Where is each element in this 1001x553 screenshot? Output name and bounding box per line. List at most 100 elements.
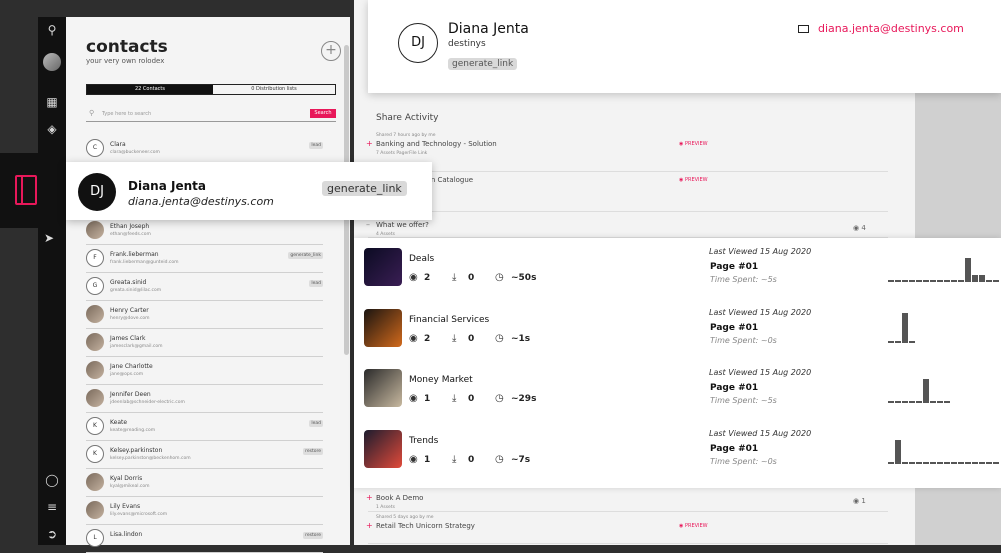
contact-email: ethan@feeds.com [110, 232, 151, 237]
list-item[interactable]: James Clark jamesclark@gmail.com [86, 329, 323, 357]
timer-icon: ◷ [495, 332, 504, 344]
timer-icon: ◷ [495, 453, 504, 465]
view-count: ◉ 4 [853, 224, 866, 232]
spark-bar [895, 280, 901, 282]
page-subtitle: your very own rolodex [86, 57, 165, 65]
contact-email: lily.evans@microsoft.com [110, 512, 168, 517]
spark-bar [937, 280, 943, 282]
list-item[interactable]: Henry Carter henry@dove.com [86, 301, 323, 329]
contact-email-link[interactable]: diana.jenta@destinys.com [818, 22, 964, 35]
asset-thumbnail [364, 369, 402, 407]
spark-bar [979, 274, 985, 282]
spark-bar [895, 401, 901, 403]
layers-icon[interactable]: ◈ [44, 121, 60, 137]
tag-badge: lead [309, 420, 323, 427]
contact-name: Kyal Dorris [110, 475, 143, 482]
expand-icon[interactable]: + [366, 521, 373, 530]
list-item[interactable]: G Greata.sinid greata.sinid@lilac.com lead [86, 273, 323, 301]
spark-bar [937, 401, 943, 403]
eye-icon: ◉ [409, 393, 418, 404]
tag-badge[interactable]: generate_link [448, 58, 518, 70]
asset-row[interactable]: Deals ◉ 2 ⤓ 0 ◷ ~50s Last Viewed 15 Aug 2020 Pag… [364, 247, 999, 308]
share-title: What we offer? [376, 221, 429, 229]
contact-company: destinys [448, 39, 486, 49]
share-meta: Shared 7 hours ago by me [376, 133, 436, 138]
spark-bar [902, 280, 908, 282]
expand-icon[interactable]: + [366, 139, 373, 148]
list-item[interactable]: Jennifer Deen jdeenlab@schneider-electric… [86, 385, 323, 413]
contact-email: kyal@mikeal.com [110, 484, 150, 489]
page-number: Page #01 [710, 383, 759, 393]
contact-name: Kelsey.parkinston [110, 447, 163, 454]
spark-bar [965, 258, 971, 282]
timer-icon: ◷ [495, 272, 504, 283]
activity-row[interactable]: – What we offer? 4 Assets ◉ 4 [366, 212, 888, 238]
share-meta: Shared 5 days ago by me [376, 515, 434, 520]
nav-item-contacts[interactable] [0, 153, 66, 228]
share-sub: 4 Assets [376, 232, 395, 237]
spark-bar [979, 461, 985, 464]
tag-badge: generate_link [288, 252, 323, 259]
tag-badge: restore [303, 448, 323, 455]
view-count: 2 [424, 273, 431, 283]
timer-icon: ◷ [495, 393, 504, 404]
search-icon[interactable]: ⚲ [44, 22, 60, 38]
list-item[interactable]: K Kelsey.parkinston kelsey.parkinston@beck… [86, 441, 323, 469]
download-count: 0 [468, 394, 475, 404]
list-item[interactable]: Kyal Dorris kyal@mikeal.com [86, 469, 323, 497]
spark-bar [923, 280, 929, 282]
avatar[interactable] [43, 53, 61, 71]
expand-icon[interactable]: + [366, 493, 373, 502]
logout-icon[interactable]: ➲ [44, 526, 60, 542]
asset-row[interactable]: Financial Services ◉ 2 ⤓ 0 ◷ ~1s Last Viewed 15… [364, 308, 994, 369]
time-value: ~1s [511, 333, 531, 344]
search-button[interactable]: Search [310, 109, 336, 118]
collapse-icon[interactable]: – [366, 220, 370, 229]
activity-row[interactable]: Shared 5 days ago by me + Retail Tech Unic… [366, 514, 888, 544]
list-item[interactable]: F Frank.lieberman frank.lieberman@gunteid.… [86, 245, 323, 273]
list-item[interactable]: L Lisa.lindon restore [86, 525, 323, 553]
list-item[interactable]: C Clara clara@buckeneer.com lead [86, 135, 323, 163]
preview-link[interactable]: ◉ PREVIEW [679, 141, 708, 147]
list-item[interactable]: Lily Evans lily.evans@microsoft.com [86, 497, 323, 525]
add-contact-button[interactable]: + [321, 41, 341, 61]
contacts-panel: contacts your very own rolodex + 22 Cont… [66, 17, 350, 553]
spark-bar [958, 280, 964, 282]
tag-badge: lead [309, 142, 323, 149]
list-item[interactable]: Ethan Joseph ethan@feeds.com [86, 217, 323, 245]
spark-bar [916, 461, 922, 464]
preview-link[interactable]: ◉ PREVIEW [679, 177, 708, 183]
spark-bar [944, 280, 950, 282]
asset-row[interactable]: Money Market ◉ 1 ⤓ 0 ◷ ~29s Last Viewed 15 Aug … [364, 368, 994, 429]
time-spent: Time Spent: ~5s [710, 275, 777, 284]
list-item[interactable]: Jane Charlotte jane@ops.com [86, 357, 323, 385]
eye-icon: ◉ [409, 272, 418, 283]
tab-distribution-lists[interactable]: 0 Distribution lists [213, 85, 335, 94]
avatar: K [86, 445, 104, 463]
activity-sparkline [888, 430, 999, 464]
contact-email: clara@buckeneer.com [110, 150, 160, 155]
asset-thumbnail [364, 308, 402, 347]
last-viewed: Last Viewed 15 Aug 2020 [709, 428, 812, 438]
spark-bar [888, 340, 894, 343]
search-input[interactable]: Type here to search [102, 111, 151, 117]
activity-sparkline [888, 309, 998, 343]
preview-label: PREVIEW [684, 177, 708, 183]
activity-row[interactable]: + Book A Demo 1 Assets ◉ 1 [366, 490, 888, 512]
spark-bar [972, 274, 978, 282]
chat-icon[interactable]: ◯ [44, 472, 60, 488]
asset-row[interactable]: Trends ◉ 1 ⤓ 0 ◷ ~7s Last Viewed 15 Aug 2020 Pag… [364, 428, 999, 490]
spark-bar [930, 280, 936, 282]
avatar: G [86, 277, 104, 295]
activity-row[interactable]: +...eciate - Design Catalogue...link◉ PR… [366, 172, 888, 212]
list-item[interactable]: K Keate keate@reading.com lead [86, 413, 323, 441]
spark-bar [944, 401, 950, 403]
send-icon[interactable]: ➤ [44, 231, 54, 245]
activity-row[interactable]: Shared 7 hours ago by me + Banking and Tec… [366, 132, 888, 172]
settings-sliders-icon[interactable]: ≡ [44, 499, 60, 515]
preview-link[interactable]: ◉ PREVIEW [679, 523, 708, 529]
tab-contacts[interactable]: 22 Contacts [87, 85, 213, 94]
slides-icon[interactable]: ▦ [44, 94, 60, 110]
tag-badge[interactable]: generate_link [322, 181, 407, 196]
selected-contact-card[interactable]: DJ Diana Jenta diana.jenta@destinys.com … [66, 162, 432, 220]
